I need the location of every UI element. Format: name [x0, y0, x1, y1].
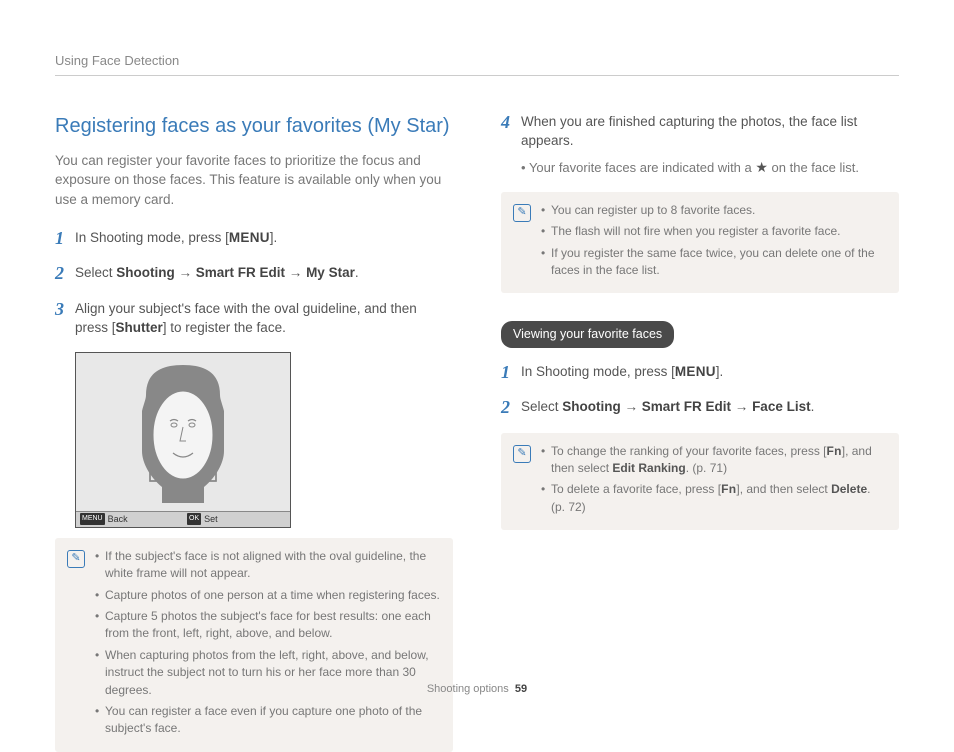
note-list: To change the ranking of your favorite f…	[541, 443, 887, 521]
menu-tag: MENU	[80, 513, 105, 525]
step-number: 4	[501, 112, 521, 134]
arrow: →	[175, 265, 196, 280]
footer-section: Shooting options	[427, 683, 509, 695]
page-header: Using Face Detection	[55, 52, 899, 76]
sub-bullet: Your favorite faces are indicated with a…	[521, 157, 899, 178]
note-item: You can register up to 8 favorite faces.	[541, 202, 887, 219]
star-icon: ★	[755, 159, 768, 175]
note-item: Capture 5 photos the subject's face for …	[95, 608, 441, 643]
step-3: 3 Align your subject's face with the ova…	[55, 299, 453, 338]
arrow: →	[285, 265, 306, 280]
back-cell: MENU Back	[76, 513, 183, 526]
fn-glyph: Fn	[721, 482, 736, 496]
step-text: In Shooting mode, press [	[521, 364, 675, 379]
note-text: . (p. 71)	[686, 461, 727, 475]
camera-bottom-bar: MENU Back OK Set	[76, 511, 290, 527]
steps-list-a: 1 In Shooting mode, press [MENU]. 2 Sele…	[55, 228, 453, 338]
back-label: Back	[108, 513, 128, 526]
note-icon: ✎	[513, 204, 531, 222]
note-item: You can register a face even if you capt…	[95, 703, 441, 738]
step-text: .	[811, 399, 815, 414]
step-b2: 2 Select Shooting → Smart FR Edit → Face…	[501, 397, 899, 419]
step-text: Select	[75, 265, 116, 280]
menu-glyph: MENU	[675, 364, 716, 379]
set-cell: OK Set	[183, 513, 290, 526]
note-list: You can register up to 8 favorite faces.…	[541, 202, 887, 284]
section-title: Registering faces as your favorites (My …	[55, 112, 453, 141]
note-item: If the subject's face is not aligned wit…	[95, 548, 441, 583]
arrow: →	[731, 399, 752, 414]
page-number: 59	[515, 683, 527, 695]
note-item: To delete a favorite face, press [Fn], a…	[541, 481, 887, 516]
note-icon: ✎	[513, 445, 531, 463]
step-text: .	[355, 265, 359, 280]
note-box-2: ✎ You can register up to 8 favorite face…	[501, 192, 899, 294]
note-item: If you register the same face twice, you…	[541, 245, 887, 280]
step-text: ] to register the face.	[163, 320, 286, 335]
steps-list-b: 1 In Shooting mode, press [MENU]. 2 Sele…	[501, 362, 899, 419]
note-item: To change the ranking of your favorite f…	[541, 443, 887, 478]
bold-text: Edit Ranking	[612, 461, 685, 475]
left-column: Registering faces as your favorites (My …	[55, 112, 453, 752]
note-list: If the subject's face is not aligned wit…	[95, 548, 441, 742]
ok-tag: OK	[187, 513, 201, 525]
step-4: 4 When you are finished capturing the ph…	[501, 112, 899, 178]
arrow: →	[621, 399, 642, 414]
intro-text: You can register your favorite faces to …	[55, 151, 453, 210]
right-column: 4 When you are finished capturing the ph…	[501, 112, 899, 752]
page-footer: Shooting options 59	[0, 682, 954, 698]
bold-text: Smart FR Edit	[196, 265, 285, 280]
subsection-pill: Viewing your favorite faces	[501, 321, 674, 347]
bold-text: Delete	[831, 482, 867, 496]
step-number: 2	[501, 397, 521, 419]
note-text: To change the ranking of your favorite f…	[551, 444, 826, 458]
bold-text: Shutter	[116, 320, 163, 335]
note-icon: ✎	[67, 550, 85, 568]
camera-view	[76, 353, 290, 511]
step-number: 1	[55, 228, 75, 250]
bold-text: Face List	[752, 399, 811, 414]
sub-text: on the face list.	[768, 160, 859, 175]
camera-illustration: MENU Back OK Set	[75, 352, 291, 528]
step-number: 3	[55, 299, 75, 321]
bold-text: My Star	[306, 265, 355, 280]
note-text: ], and then select	[736, 482, 831, 496]
step-number: 2	[55, 263, 75, 285]
step-text: Select	[521, 399, 562, 414]
steps-list-a-cont: 4 When you are finished capturing the ph…	[501, 112, 899, 178]
step-2: 2 Select Shooting → Smart FR Edit → My S…	[55, 263, 453, 285]
bold-text: Shooting	[116, 265, 174, 280]
step-1: 1 In Shooting mode, press [MENU].	[55, 228, 453, 250]
note-item: The flash will not fire when you registe…	[541, 223, 887, 240]
note-text: To delete a favorite face, press [	[551, 482, 721, 496]
sub-text: Your favorite faces are indicated with a	[529, 160, 755, 175]
set-label: Set	[204, 513, 218, 526]
content-columns: Registering faces as your favorites (My …	[55, 112, 899, 752]
bold-text: Smart FR Edit	[642, 399, 731, 414]
face-oval-icon	[118, 357, 248, 507]
menu-glyph: MENU	[229, 230, 270, 245]
step-text: ].	[270, 230, 278, 245]
step-text: ].	[716, 364, 724, 379]
bold-text: Shooting	[562, 399, 620, 414]
step-number: 1	[501, 362, 521, 384]
step-text: In Shooting mode, press [	[75, 230, 229, 245]
note-item: Capture photos of one person at a time w…	[95, 587, 441, 604]
fn-glyph: Fn	[826, 444, 841, 458]
step-b1: 1 In Shooting mode, press [MENU].	[501, 362, 899, 384]
note-box-3: ✎ To change the ranking of your favorite…	[501, 433, 899, 531]
step-text: When you are finished capturing the phot…	[521, 114, 857, 149]
